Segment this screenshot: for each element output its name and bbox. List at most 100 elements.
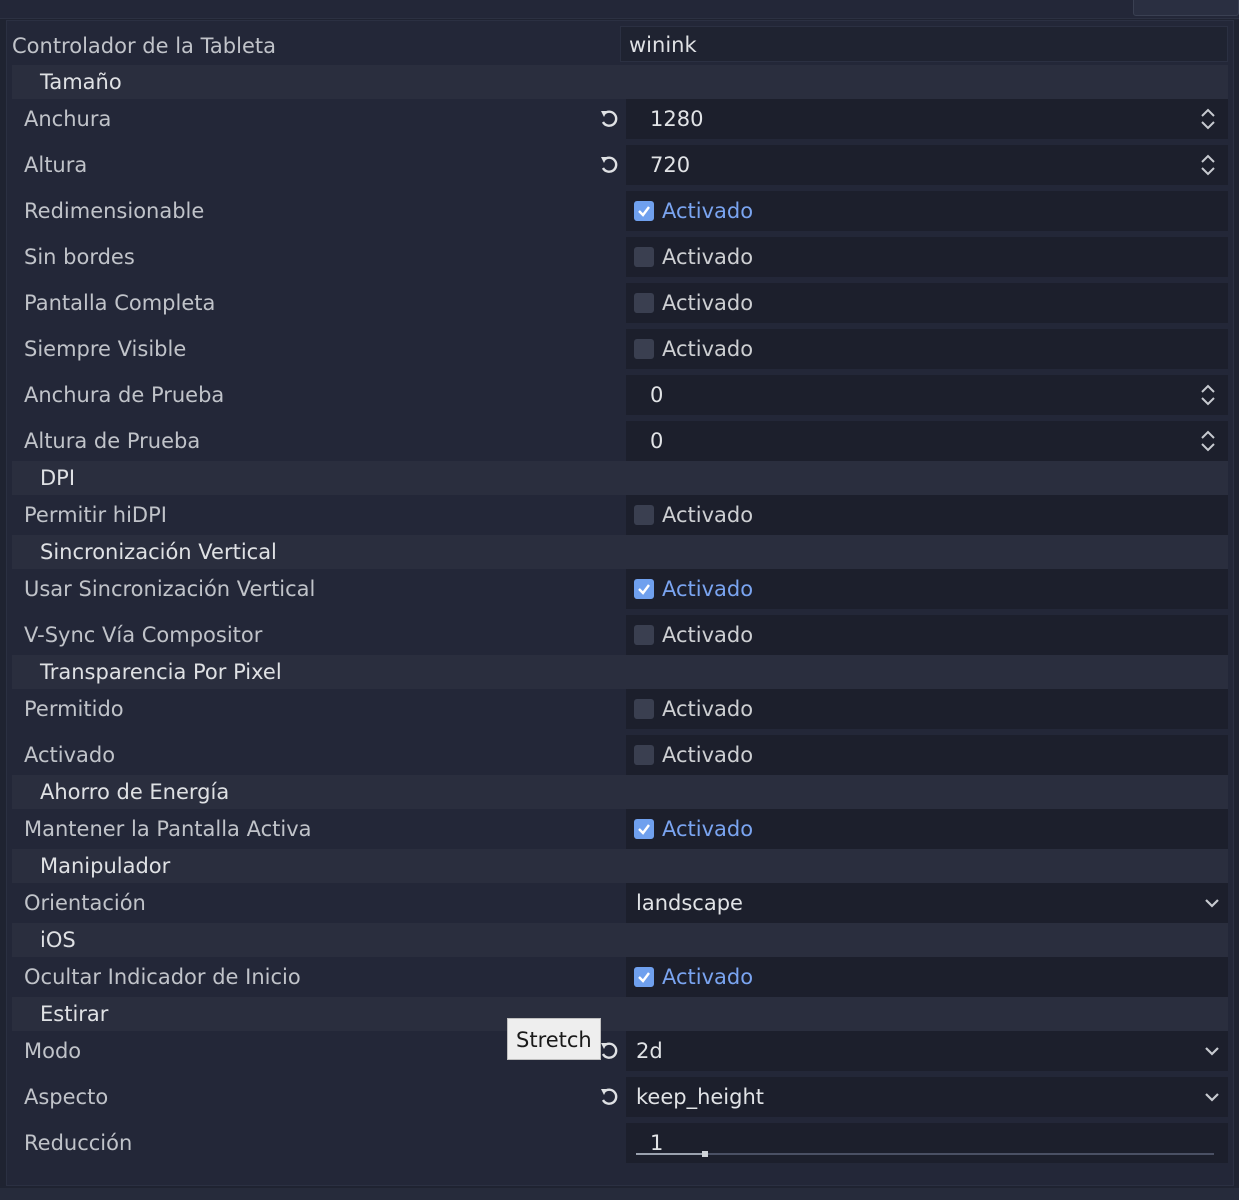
prop-transp-enabled-label: Activado [24,743,116,767]
prop-fullscreen-label: Pantalla Completa [24,291,216,315]
checkbox-label: Activado [662,199,754,223]
tablet-driver-field[interactable]: winink [620,26,1228,62]
stretch-mode-value: 2d [636,1039,663,1063]
transp-enabled-checkbox-field[interactable]: Activado [626,735,1228,775]
height-value: 720 [650,153,691,177]
prop-borderless-label: Sin bordes [24,245,135,269]
checkbox-label: Activado [662,503,754,527]
checkbox-label: Activado [662,817,754,841]
section-size[interactable]: Tamaño [12,65,1228,99]
prop-allow-hidpi-row: Permitir hiDPI Activado [12,495,1228,535]
width-value: 1280 [650,107,704,131]
prop-hide-home-indicator-row: Ocultar Indicador de Inicio Activado [12,957,1228,997]
chevron-down-icon[interactable] [1104,0,1122,4]
checkbox-checked-icon[interactable] [634,967,654,987]
reset-icon[interactable] [598,154,620,176]
prop-vsync-compositor-label: V-Sync Vía Compositor [24,623,263,647]
updown-icon[interactable] [1200,108,1216,130]
height-spinbox[interactable]: 720 [626,145,1228,185]
prop-test-width-label: Anchura de Prueba [24,383,225,407]
updown-icon[interactable] [1200,430,1216,452]
checkbox-label: Activado [662,291,754,315]
chevron-down-icon [1205,1047,1219,1056]
prop-keep-screen-on-row: Mantener la Pantalla Activa Activado [12,809,1228,849]
borderless-checkbox-field[interactable]: Activado [626,237,1228,277]
shrink-slider[interactable] [636,1151,1214,1157]
top-toolbar [0,0,1239,19]
section-stretch[interactable]: Estirar [12,997,1228,1031]
always-on-top-checkbox-field[interactable]: Activado [626,329,1228,369]
checkbox-label: Activado [662,337,754,361]
allow-hidpi-checkbox-field[interactable]: Activado [626,495,1228,535]
checkbox-unchecked-icon[interactable] [634,247,654,267]
prop-stretch-aspect-row: Aspecto keep_height [12,1077,1228,1117]
prop-resizable-row: Redimensionable Activado [12,191,1228,231]
checkbox-unchecked-icon[interactable] [634,293,654,313]
stretch-aspect-dropdown[interactable]: keep_height [626,1077,1228,1117]
section-energy-saving-label: Ahorro de Energía [40,780,230,804]
section-handheld[interactable]: Manipulador [12,849,1228,883]
bottom-bar [0,1188,1239,1200]
checkbox-checked-icon[interactable] [634,819,654,839]
prop-shrink-label: Reducción [24,1131,133,1155]
prop-allow-hidpi-label: Permitir hiDPI [24,503,167,527]
vsync-compositor-checkbox-field[interactable]: Activado [626,615,1228,655]
reset-icon[interactable] [598,1086,620,1108]
section-vsync[interactable]: Sincronización Vertical [12,535,1228,569]
checkbox-checked-icon[interactable] [634,579,654,599]
orientation-dropdown[interactable]: landscape [626,883,1228,923]
checkbox-unchecked-icon[interactable] [634,505,654,525]
prop-test-width-row: Anchura de Prueba 0 [12,375,1228,415]
test-height-value: 0 [650,429,664,453]
prop-width-row: Anchura 1280 [12,99,1228,139]
prop-transp-allowed-row: Permitido Activado [12,689,1228,729]
prop-width-label: Anchura [24,107,112,131]
checkbox-unchecked-icon[interactable] [634,625,654,645]
section-energy-saving[interactable]: Ahorro de Energía [12,775,1228,809]
checkbox-unchecked-icon[interactable] [634,339,654,359]
hide-home-indicator-checkbox-field[interactable]: Activado [626,957,1228,997]
prop-always-on-top-label: Siempre Visible [24,337,187,361]
checkbox-unchecked-icon[interactable] [634,745,654,765]
prop-keep-screen-on-label: Mantener la Pantalla Activa [24,817,312,841]
updown-icon[interactable] [1200,384,1216,406]
chevron-down-icon [1205,1093,1219,1102]
test-width-value: 0 [650,383,664,407]
prop-always-on-top-row: Siempre Visible Activado [12,329,1228,369]
prop-hide-home-indicator-label: Ocultar Indicador de Inicio [24,965,301,989]
prop-shrink-row: Reducción 1 [12,1123,1228,1163]
slider-grabber[interactable] [702,1151,709,1157]
checkbox-checked-icon[interactable] [634,201,654,221]
test-width-spinbox[interactable]: 0 [626,375,1228,415]
fullscreen-checkbox-field[interactable]: Activado [626,283,1228,323]
orientation-value: landscape [636,891,743,915]
keep-screen-on-checkbox-field[interactable]: Activado [626,809,1228,849]
resizable-checkbox-field[interactable]: Activado [626,191,1228,231]
prop-vsync-compositor-row: V-Sync Vía Compositor Activado [12,615,1228,655]
shrink-value: 1 [650,1131,664,1155]
prop-stretch-mode-row: Modo 2d [12,1031,1228,1071]
stretch-mode-dropdown[interactable]: 2d [626,1031,1228,1071]
width-spinbox[interactable]: 1280 [626,99,1228,139]
section-dpi[interactable]: DPI [12,461,1228,495]
shrink-slider-field[interactable]: 1 [626,1123,1228,1163]
checkbox-label: Activado [662,623,754,647]
prop-test-height-label: Altura de Prueba [24,429,201,453]
prop-orientation-row: Orientación landscape [12,883,1228,923]
section-ios[interactable]: iOS [12,923,1228,957]
prop-height-row: Altura 720 [12,145,1228,185]
section-per-pixel-transparency[interactable]: Transparencia Por Pixel [12,655,1228,689]
section-ios-label: iOS [40,928,76,952]
checkbox-label: Activado [662,697,754,721]
use-vsync-checkbox-field[interactable]: Activado [626,569,1228,609]
prop-test-height-row: Altura de Prueba 0 [12,421,1228,461]
prop-transp-allowed-label: Permitido [24,697,124,721]
test-height-spinbox[interactable]: 0 [626,421,1228,461]
reset-icon[interactable] [598,108,620,130]
checkbox-unchecked-icon[interactable] [634,699,654,719]
delete-button[interactable] [1133,0,1239,16]
transp-allowed-checkbox-field[interactable]: Activado [626,689,1228,729]
prop-orientation-label: Orientación [24,891,146,915]
updown-icon[interactable] [1200,154,1216,176]
reset-icon[interactable] [598,1040,620,1062]
